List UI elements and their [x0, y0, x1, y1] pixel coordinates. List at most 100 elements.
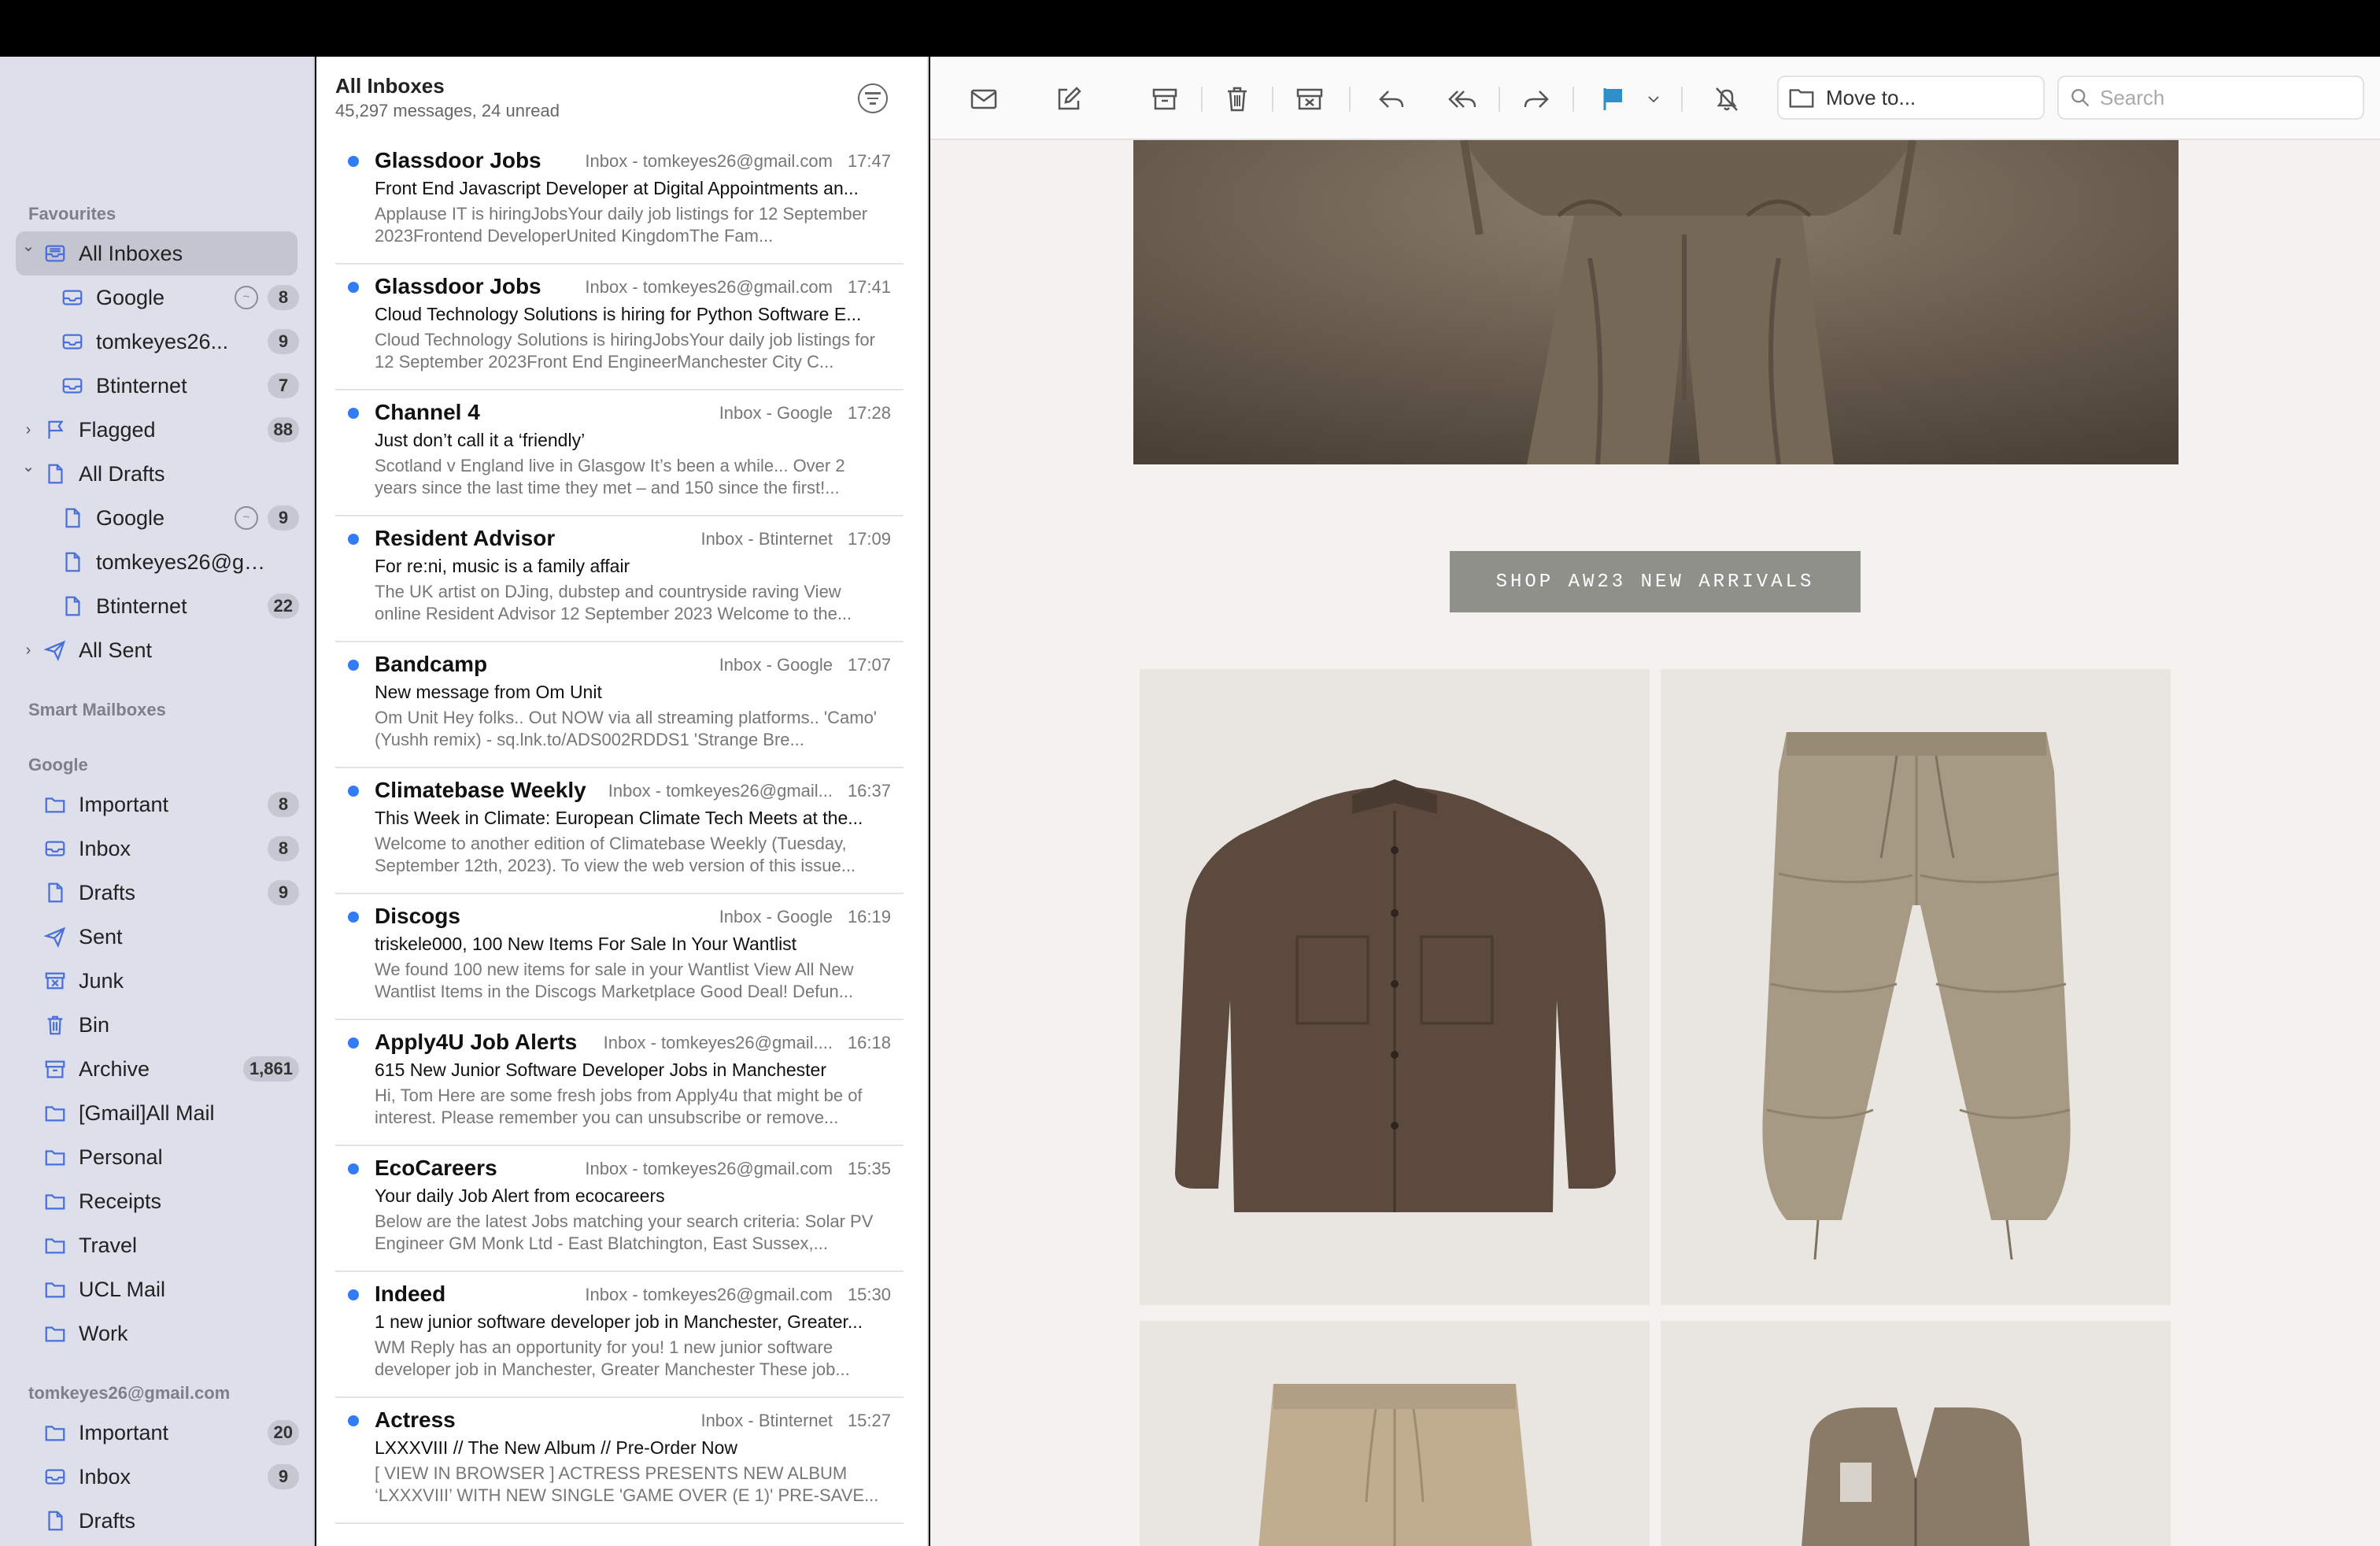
hero-image — [1133, 140, 2179, 464]
sidebar-item-inbox[interactable]: Inbox 8 — [0, 827, 313, 871]
email-body: SHOP AW23 NEW ARRIVALS — [930, 140, 2380, 1546]
sidebar-item-label: Receipts — [79, 1189, 162, 1213]
unread-dot — [348, 912, 359, 923]
sidebar-item-tomkeyes26[interactable]: tomkeyes26... 9 — [0, 320, 313, 364]
sidebar-item-archive[interactable]: Archive 1,861 — [0, 1047, 313, 1091]
search-field[interactable] — [2057, 76, 2364, 120]
chevron-down-icon[interactable] — [1642, 80, 1665, 118]
folder-icon — [42, 1277, 68, 1302]
message-time: 17:07 — [847, 655, 891, 675]
compose-icon[interactable] — [1050, 80, 1088, 118]
product-image-overshirt[interactable] — [1140, 669, 1650, 1305]
sidebar-item-label: Archive — [79, 1056, 150, 1081]
junk-icon[interactable] — [1291, 80, 1329, 118]
sidebar-item-personal[interactable]: Personal — [0, 1135, 313, 1179]
message-preview: [ VIEW IN BROWSER ] ACTRESS PRESENTS NEW… — [375, 1463, 879, 1505]
trash-icon — [42, 1012, 68, 1037]
sidebar-item-inbox[interactable]: Inbox 9 — [0, 1455, 313, 1499]
message-subject: This Week in Climate: European Climate T… — [375, 808, 863, 828]
sidebar-item-work[interactable]: Work — [0, 1311, 313, 1356]
sidebar-item-ucl-mail[interactable]: UCL Mail — [0, 1267, 313, 1311]
sidebar-item-travel[interactable]: Travel — [0, 1223, 313, 1267]
sidebar-item-tomkeyes26-gm[interactable]: tomkeyes26@gm... — [0, 540, 313, 584]
reply-all-icon[interactable] — [1443, 80, 1481, 118]
send-icon — [42, 924, 68, 949]
sidebar-item-receipts[interactable]: Receipts — [0, 1179, 313, 1223]
sidebar-item-bin[interactable]: Bin — [0, 1003, 313, 1047]
sidebar-item-junk[interactable]: Junk — [0, 959, 313, 1003]
message-row[interactable]: EcoCareers Inbox - tomkeyes26@gmail.com 15… — [335, 1146, 904, 1272]
sidebar-item-google[interactable]: Google ~8 — [0, 276, 313, 320]
toolbar-separator — [1201, 87, 1203, 112]
message-row[interactable]: Resident Advisor Inbox - Btinternet 17:09 F… — [335, 516, 904, 642]
message-row[interactable]: Discogs Inbox - Google 16:19 triskele000, 1… — [335, 894, 904, 1020]
message-time: 17:09 — [847, 529, 891, 549]
unread-badge: 8 — [268, 285, 299, 310]
sidebar-item-sent[interactable]: Sent — [0, 915, 313, 959]
message-row[interactable]: Glassdoor Jobs Inbox - tomkeyes26@gmail.c… — [335, 139, 904, 264]
sidebar-item-google[interactable]: Google ~9 — [0, 496, 313, 540]
message-sender: Actress — [375, 1407, 456, 1432]
message-row[interactable]: Actress Inbox - Btinternet 15:27 LXXXVIII /… — [335, 1398, 904, 1524]
message-mailbox: Inbox - Google — [719, 655, 833, 675]
sidebar-item-drafts[interactable]: Drafts 9 — [0, 871, 313, 915]
forward-icon[interactable] — [1517, 80, 1555, 118]
search-input[interactable] — [2100, 85, 2352, 110]
sidebar-item-all-inboxes[interactable]: ⌄ All Inboxes — [16, 231, 298, 276]
unread-dot — [348, 1037, 359, 1049]
shop-new-arrivals-button[interactable]: SHOP AW23 NEW ARRIVALS — [1450, 551, 1861, 612]
message-time: 15:27 — [847, 1411, 891, 1430]
message-subject: 615 New Junior Software Developer Jobs i… — [375, 1060, 827, 1080]
reply-icon[interactable] — [1373, 80, 1410, 118]
unread-dot — [348, 1289, 359, 1300]
document-icon — [60, 594, 85, 619]
archive-icon[interactable] — [1146, 80, 1184, 118]
message-row[interactable]: Apply4U Job Alerts Inbox - tomkeyes26@gma… — [335, 1020, 904, 1146]
sidebar-item-all-sent[interactable]: › All Sent — [0, 628, 313, 672]
mailbox-subtitle: 45,297 messages, 24 unread — [335, 101, 560, 120]
unread-dot — [348, 660, 359, 671]
sidebar-item-important[interactable]: Important 20 — [0, 1411, 313, 1455]
message-mailbox: Inbox - tomkeyes26@gmail.com — [585, 277, 833, 297]
sidebar-item-flagged[interactable]: › Flagged 88 — [0, 408, 313, 452]
message-mailbox: Inbox - Btinternet — [700, 529, 833, 549]
sidebar-item-label: Btinternet — [96, 594, 187, 618]
product-image-trousers[interactable] — [1661, 669, 2171, 1305]
toolbar-separator — [1572, 87, 1574, 112]
message-list: All Inboxes 45,297 messages, 24 unread G… — [316, 57, 929, 1546]
message-row[interactable]: Channel 4 Inbox - Google 17:28 Just don’t c… — [335, 390, 904, 516]
chevron-down-icon[interactable]: ⌄ — [19, 457, 38, 476]
filter-icon[interactable] — [858, 83, 888, 113]
sidebar-item-important[interactable]: Important 8 — [0, 782, 313, 827]
folder-icon — [1789, 89, 1814, 108]
product-image-fleece-vest[interactable] — [1661, 1321, 2171, 1546]
envelope-icon[interactable] — [965, 80, 1003, 118]
trash-icon[interactable] — [1218, 80, 1256, 118]
message-row[interactable]: Glassdoor Jobs Inbox - tomkeyes26@gmail.c… — [335, 264, 904, 390]
sidebar-item-btinternet[interactable]: Btinternet 22 — [0, 584, 313, 628]
sidebar-item-btinternet[interactable]: Btinternet 7 — [0, 364, 313, 408]
chevron-right-icon[interactable]: › — [19, 642, 38, 660]
sidebar-item-sent[interactable]: Sent — [0, 1543, 313, 1546]
message-preview: The UK artist on DJing, dubstep and coun… — [375, 582, 852, 623]
product-image-shorts[interactable] — [1140, 1321, 1650, 1546]
mute-bell-icon[interactable] — [1708, 80, 1746, 118]
chevron-down-icon[interactable]: ⌄ — [19, 236, 38, 256]
chevron-right-icon[interactable]: › — [19, 421, 38, 439]
message-sender: Discogs — [375, 904, 460, 928]
folder-icon — [42, 1233, 68, 1258]
message-row[interactable]: Indeed Inbox - tomkeyes26@gmail.com 15:30 1… — [335, 1272, 904, 1398]
message-mailbox: Inbox - tomkeyes26@gmail.com — [585, 1285, 833, 1304]
toolbar-separator — [1349, 87, 1351, 112]
unread-badge: 9 — [268, 329, 299, 354]
unread-dot — [348, 408, 359, 419]
sidebar-item-drafts[interactable]: Drafts — [0, 1499, 313, 1543]
sidebar-item-gmail-all-mail[interactable]: [Gmail]All Mail — [0, 1091, 313, 1135]
unread-dot — [348, 282, 359, 293]
sidebar-item-all-drafts[interactable]: ⌄ All Drafts — [0, 452, 313, 496]
move-to-button[interactable]: Move to... — [1777, 76, 2045, 120]
flag-icon[interactable] — [1595, 80, 1632, 118]
message-row[interactable]: Climatebase Weekly Inbox - tomkeyes26@gma… — [335, 768, 904, 894]
message-row[interactable]: Bandcamp Inbox - Google 17:07 New message f… — [335, 642, 904, 768]
message-subject: New message from Om Unit — [375, 682, 602, 702]
